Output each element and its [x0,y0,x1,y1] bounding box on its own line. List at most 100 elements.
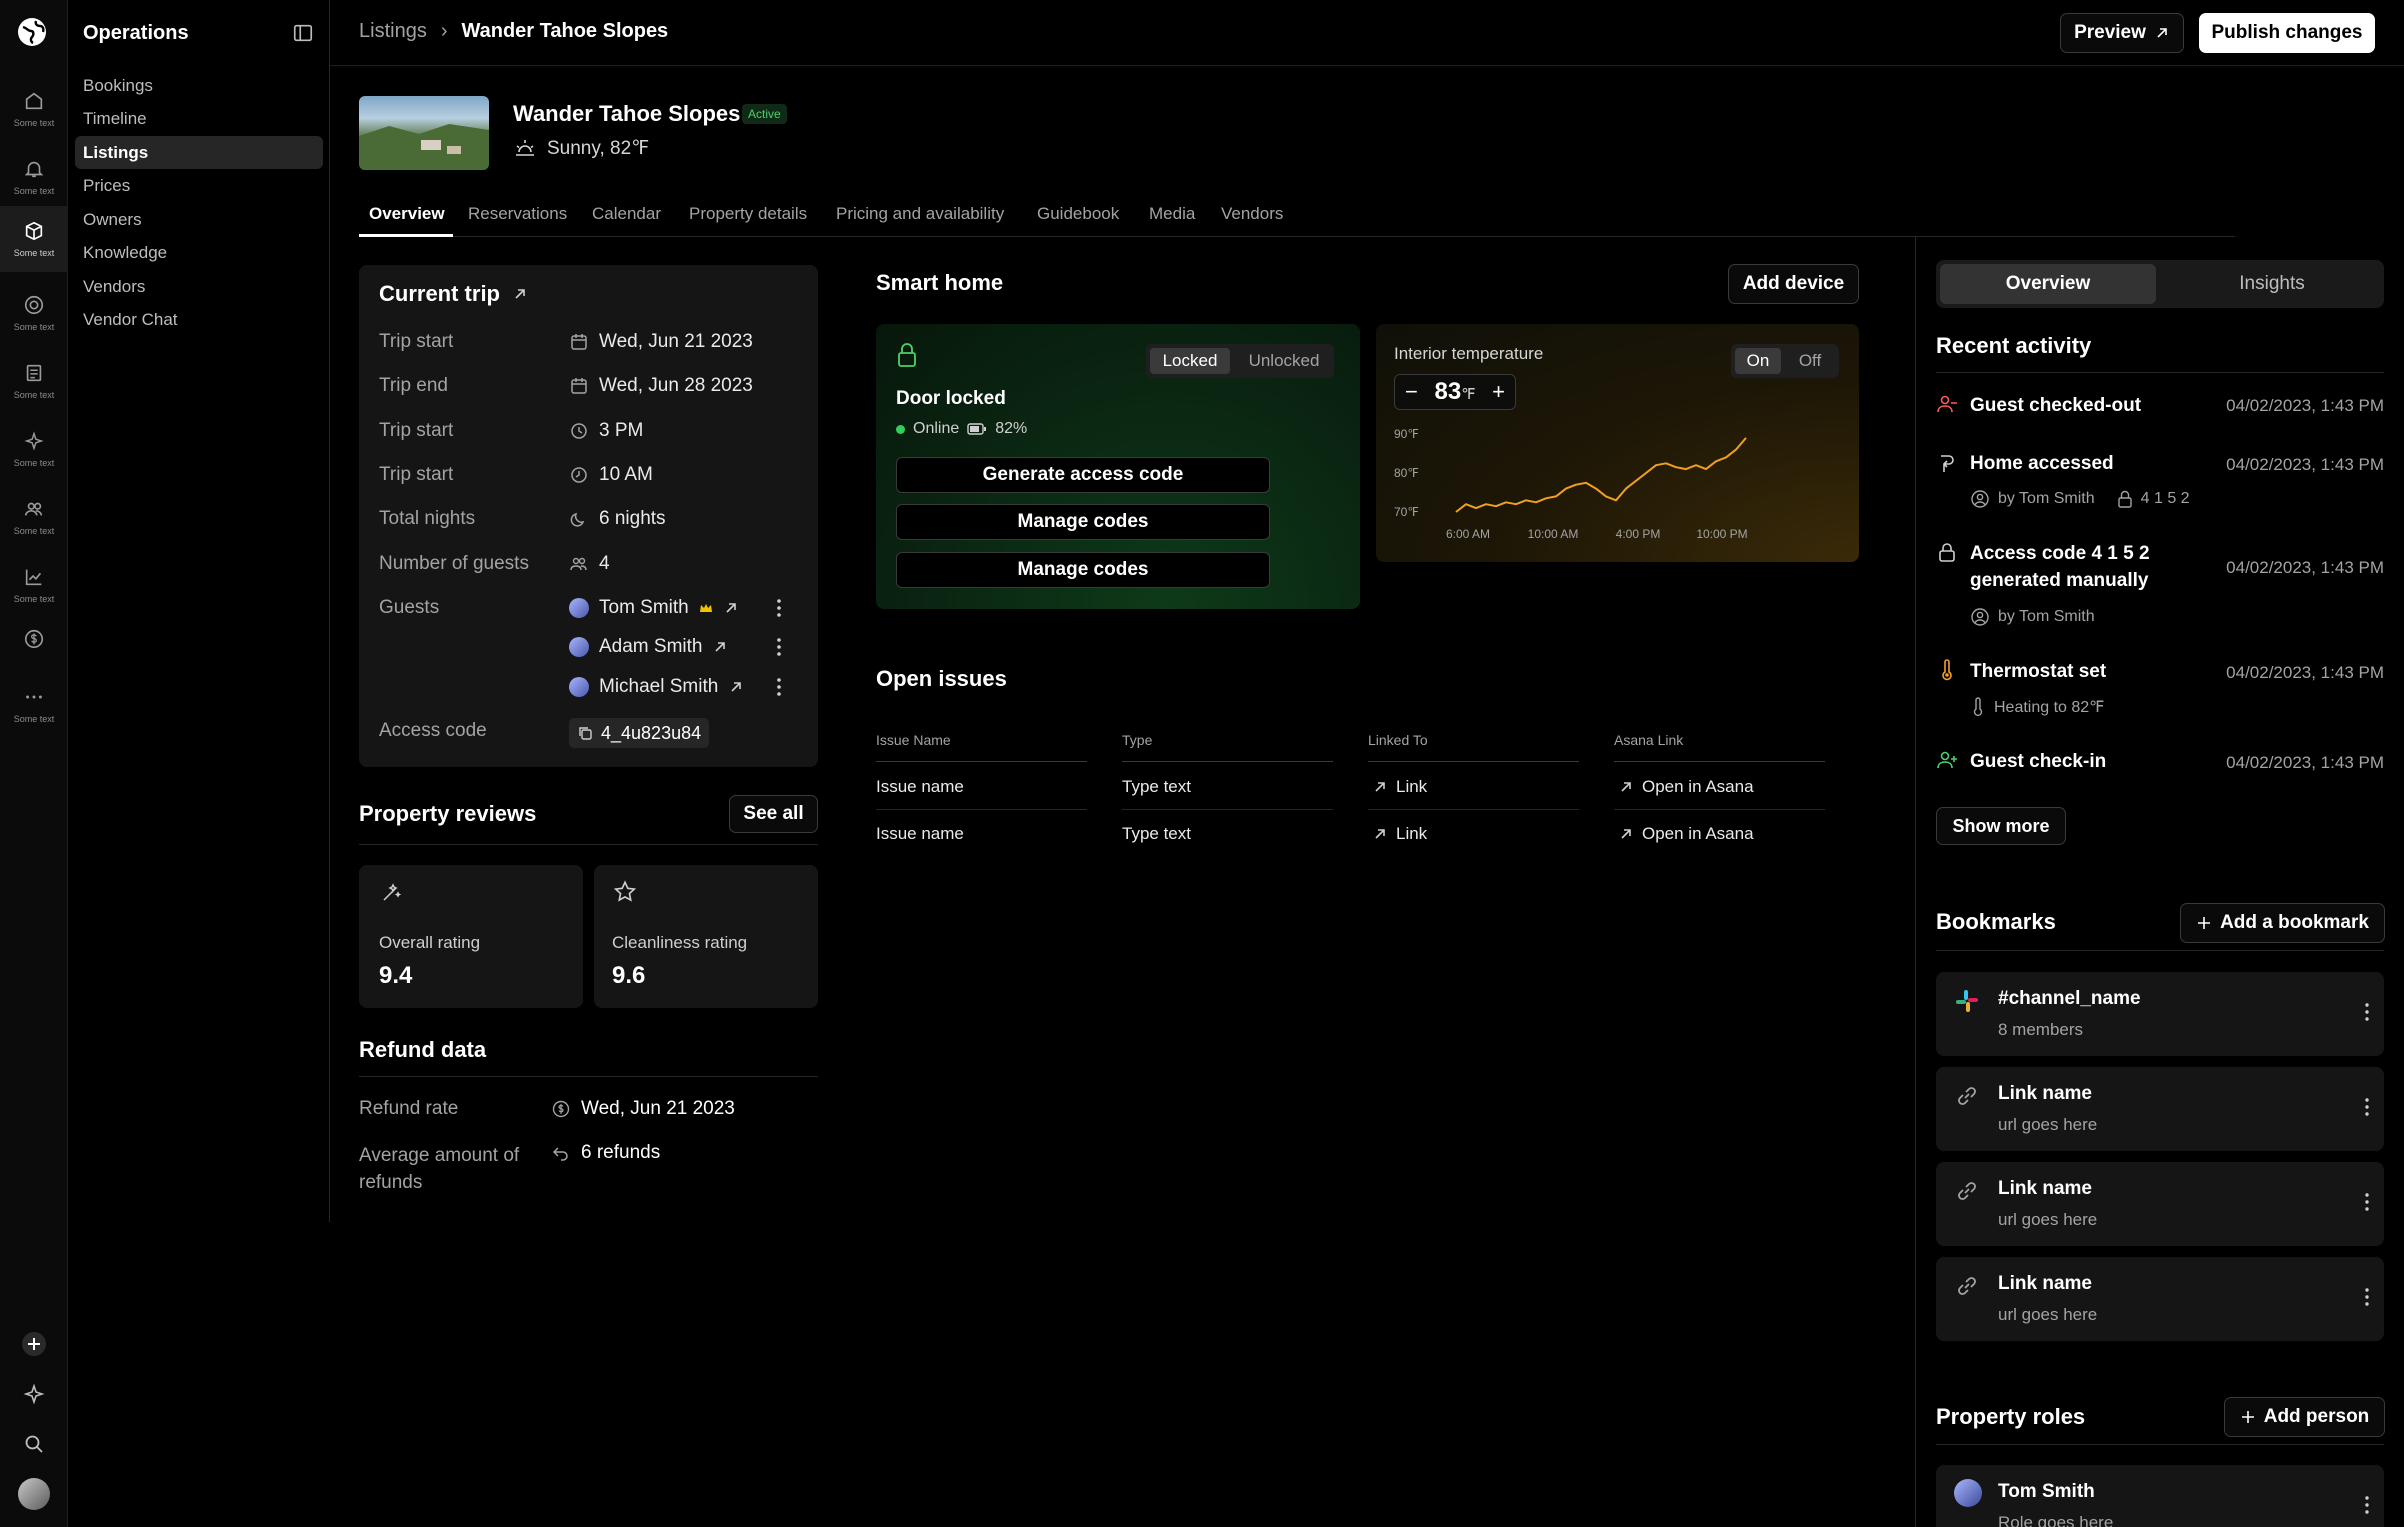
sidebar-toggle-icon[interactable] [292,22,314,44]
search-icon[interactable] [22,1432,46,1456]
more-vertical-icon[interactable] [2364,1002,2370,1022]
globe-logo-icon[interactable] [16,16,52,52]
tab-reservations[interactable]: Reservations [468,204,567,224]
rail-item-notifications[interactable]: Some text [0,144,68,210]
overall-rating-card: Overall rating 9.4 [359,865,583,1008]
bookmark-item[interactable]: Link name url goes here [1936,1067,2384,1151]
tab-pricing[interactable]: Pricing and availability [836,204,1004,224]
rail-item-home[interactable]: Some text [0,76,68,142]
rail-item-listings[interactable]: Some text [0,206,68,272]
rail-item-more[interactable]: Some text [0,672,68,738]
lock-icon [2117,490,2132,508]
thermostat-on-option[interactable]: On [1735,348,1781,374]
more-vertical-icon[interactable] [775,636,783,658]
sun-icon [516,140,534,156]
guest-avatar [569,677,589,697]
open-in-asana-link[interactable]: Open in Asana [1618,777,1754,797]
rail-item-analytics[interactable]: Some text [0,552,68,618]
temperature-stepper: − 83℉ + [1394,374,1516,410]
lifebuoy-icon [24,295,44,315]
more-vertical-icon[interactable] [2364,1192,2370,1212]
bookmark-sub: url goes here [1998,1210,2098,1229]
manage-codes-button[interactable]: Manage codes [896,552,1270,588]
publish-changes-button[interactable]: Publish changes [2199,13,2375,53]
bookmark-item[interactable]: #channel_name 8 members [1936,972,2384,1056]
thermostat-off-option[interactable]: Off [1787,348,1833,374]
sidebar-item-timeline[interactable]: Timeline [75,102,323,135]
rail-item-support[interactable]: Some text [0,280,68,346]
more-vertical-icon[interactable] [2364,1097,2370,1117]
sidebar-item-vendors[interactable]: Vendors [75,270,323,303]
generate-access-code-button[interactable]: Generate access code [896,457,1270,493]
guest-row[interactable]: Tom Smith [569,597,739,619]
average-refunds-text: 6 refunds [581,1142,661,1163]
access-code-chip[interactable]: 4_4u823u84 [569,718,710,748]
sidebar-item-owners[interactable]: Owners [75,203,323,236]
issue-link[interactable]: Link [1372,824,1427,844]
more-vertical-icon[interactable] [775,676,783,698]
add-icon[interactable] [20,1330,48,1358]
more-vertical-icon[interactable] [2364,1287,2370,1307]
open-in-asana-link[interactable]: Open in Asana [1618,824,1754,844]
bookmark-item[interactable]: Link name url goes here [1936,1257,2384,1341]
rail-label: Some text [13,526,55,536]
tab-overview[interactable]: Overview [369,204,445,224]
add-person-button[interactable]: Add person [2224,1397,2385,1437]
refund-data-title: Refund data [359,1037,487,1062]
show-more-button[interactable]: Show more [1936,807,2066,845]
role-item[interactable]: Tom Smith Role goes here [1936,1465,2384,1527]
rail-label: Some text [13,390,55,400]
issue-link[interactable]: Link [1372,777,1427,797]
issue-name[interactable]: Issue name [876,824,964,844]
tab-guidebook[interactable]: Guidebook [1037,204,1119,224]
locked-option[interactable]: Locked [1150,348,1230,374]
bookmark-item[interactable]: Link name url goes here [1936,1162,2384,1246]
activity-time: 04/02/2023, 1:43 PM [2226,455,2384,474]
preview-button[interactable]: Preview [2060,13,2184,53]
breadcrumb-root[interactable]: Listings [359,20,427,43]
tab-property-details[interactable]: Property details [689,204,807,224]
link-icon [1958,1182,1976,1200]
sidebar-item-vendor-chat[interactable]: Vendor Chat [75,303,323,336]
user-avatar[interactable] [18,1478,50,1510]
sidebar-item-prices[interactable]: Prices [75,169,323,202]
unlocked-option[interactable]: Unlocked [1238,348,1330,374]
see-all-button[interactable]: See all [729,795,818,833]
chart-icon [25,569,42,586]
bookmark-sub: 8 members [1998,1020,2084,1039]
guest-count: 4 [599,553,610,574]
activity-time: 04/02/2023, 1:43 PM [2226,753,2384,772]
guest-row[interactable]: Adam Smith [569,636,728,658]
rail-item-people[interactable]: Some text [0,484,68,550]
issue-name[interactable]: Issue name [876,777,964,797]
tab-calendar[interactable]: Calendar [592,204,661,224]
overview-toggle-option[interactable]: Overview [1940,264,2156,304]
sidebar-item-knowledge[interactable]: Knowledge [75,236,323,269]
increase-temperature-button[interactable]: + [1492,379,1505,405]
sidebar-item-bookings[interactable]: Bookings [75,69,323,102]
sidebar-item-listings[interactable]: Listings [75,136,323,169]
divider [1614,761,1825,762]
add-device-button[interactable]: Add device [1728,264,1859,304]
rail-item-documents[interactable]: Some text [0,348,68,414]
battery-icon [967,423,987,435]
tab-media[interactable]: Media [1149,204,1195,224]
tab-vendors[interactable]: Vendors [1221,204,1283,224]
insights-toggle-option[interactable]: Insights [2164,264,2380,304]
guest-row[interactable]: Michael Smith [569,676,744,698]
add-bookmark-button[interactable]: Add a bookmark [2180,903,2385,943]
activity-time: 04/02/2023, 1:43 PM [2226,663,2384,682]
more-vertical-icon[interactable] [2364,1495,2370,1515]
property-reviews-title: Property reviews [359,801,537,826]
column-header-linked-to: Linked To [1368,732,1428,748]
decrease-temperature-button[interactable]: − [1405,379,1418,405]
current-trip-title[interactable]: Current trip [379,281,528,307]
rail-item-ai[interactable]: Some text [0,416,68,482]
sparkle-icon[interactable] [22,1382,46,1406]
sparkle-icon [24,431,44,451]
device-status: Online 82% [896,420,1027,438]
more-vertical-icon[interactable] [775,597,783,619]
arrow-up-right-icon [515,289,525,299]
manage-codes-button[interactable]: Manage codes [896,504,1270,540]
nav-divider [329,237,330,1222]
